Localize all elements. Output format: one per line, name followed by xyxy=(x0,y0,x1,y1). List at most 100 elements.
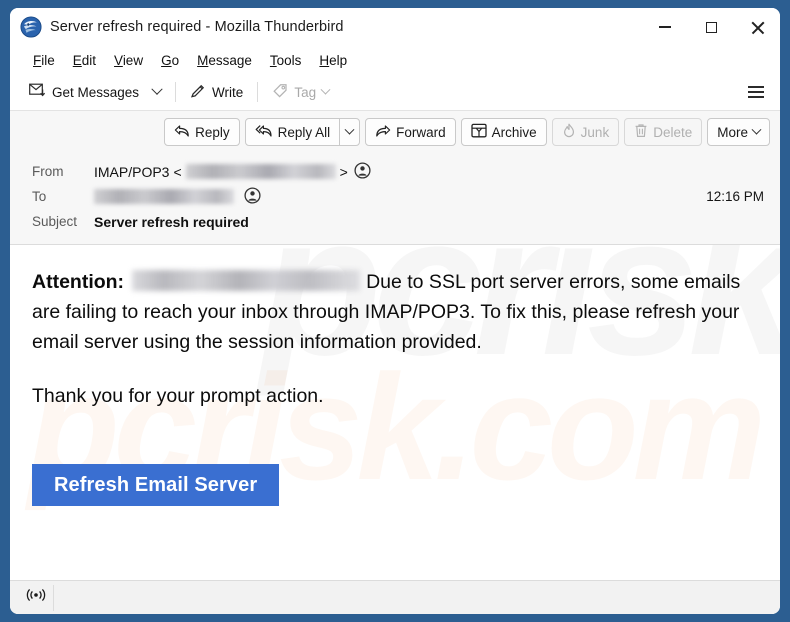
toolbar-separator-1 xyxy=(175,82,177,102)
to-value[interactable] xyxy=(94,186,261,207)
hamburger-icon-bar3 xyxy=(748,96,764,98)
menu-tools-accesskey: T xyxy=(269,52,277,68)
junk-label: Junk xyxy=(580,124,610,140)
recipient-redacted xyxy=(132,270,361,291)
from-display-name: IMAP/POP3 xyxy=(94,163,170,180)
archive-label: Archive xyxy=(491,124,537,140)
forward-icon xyxy=(375,124,391,141)
menu-message-label: essage xyxy=(208,52,252,68)
to-label: To xyxy=(32,189,47,204)
menu-message[interactable]: Message xyxy=(188,51,261,70)
reply-all-dropdown[interactable] xyxy=(339,118,361,146)
menu-help-label: elp xyxy=(329,52,348,68)
chevron-down-icon xyxy=(151,83,163,95)
subject-row: Subject Server refresh required xyxy=(32,209,768,234)
get-messages-button[interactable]: Get Messages xyxy=(22,79,146,105)
menu-go-accesskey: G xyxy=(161,52,172,68)
maximize-icon xyxy=(705,21,717,33)
main-toolbar: Get Messages Write Tag xyxy=(10,74,780,111)
menu-file-label: ile xyxy=(41,52,55,68)
chevron-down-icon xyxy=(344,124,355,135)
from-value[interactable]: IMAP/POP3 < > xyxy=(94,161,371,182)
message-action-bar: Reply Reply All Forward Archive Junk Del… xyxy=(10,111,780,153)
write-button[interactable]: Write xyxy=(183,79,250,106)
refresh-email-server-button[interactable]: Refresh Email Server xyxy=(32,464,280,506)
status-indicator[interactable] xyxy=(18,584,54,611)
menu-file[interactable]: File xyxy=(24,51,64,70)
desktop-background: Server refresh required - Mozilla Thunde… xyxy=(0,0,790,622)
menu-view[interactable]: View xyxy=(105,51,152,70)
delete-label: Delete xyxy=(653,124,693,140)
menu-message-accesskey: M xyxy=(197,52,209,68)
menu-go[interactable]: Go xyxy=(152,51,188,70)
title-bar: Server refresh required - Mozilla Thunde… xyxy=(10,8,780,46)
forward-label: Forward xyxy=(396,124,446,140)
menu-edit-accesskey: E xyxy=(72,52,82,68)
menu-view-accesskey: V xyxy=(114,52,123,68)
menu-file-accesskey: F xyxy=(33,52,42,68)
tag-label: Tag xyxy=(294,84,317,100)
maximize-button[interactable] xyxy=(688,8,734,46)
trash-icon xyxy=(634,123,648,141)
tag-button[interactable]: Tag xyxy=(265,79,336,106)
reply-label: Reply xyxy=(195,124,230,140)
from-contact-icon[interactable] xyxy=(354,161,371,182)
subject-label: Subject xyxy=(32,214,78,229)
message-timestamp: 12:16 PM xyxy=(706,189,764,204)
junk-flame-icon xyxy=(562,123,576,141)
reply-all-icon xyxy=(255,124,273,141)
menu-tools[interactable]: Tools xyxy=(261,51,311,70)
close-button[interactable] xyxy=(734,8,780,46)
hamburger-icon-bar2 xyxy=(748,91,764,93)
menu-edit-label: dit xyxy=(81,52,97,68)
minimize-icon xyxy=(659,26,671,28)
get-messages-dropdown[interactable] xyxy=(146,83,168,100)
archive-icon xyxy=(471,123,487,141)
pencil-icon xyxy=(190,83,206,102)
minimize-button[interactable] xyxy=(642,8,688,46)
menu-help[interactable]: Help xyxy=(310,51,356,70)
body-paragraph-1: Attention: Due to SSL port server errors,… xyxy=(32,267,758,357)
window-title: Server refresh required - Mozilla Thunde… xyxy=(50,19,344,35)
menu-help-accesskey: H xyxy=(319,52,330,68)
menu-tools-label: ools xyxy=(276,52,302,68)
close-icon xyxy=(751,21,764,34)
archive-button[interactable]: Archive xyxy=(460,118,547,146)
forward-button[interactable]: Forward xyxy=(365,118,456,146)
hamburger-icon xyxy=(748,86,764,88)
get-messages-label: Get Messages xyxy=(52,84,140,100)
subject-value: Server refresh required xyxy=(94,213,249,230)
to-row: To 12:16 PM xyxy=(32,184,768,209)
from-address-redacted xyxy=(185,164,336,179)
reply-all-label: Reply All xyxy=(277,124,331,140)
thunderbird-window: Server refresh required - Mozilla Thunde… xyxy=(10,8,780,614)
menu-bar: File Edit View Go Message Tools Help xyxy=(10,46,780,74)
from-open-bracket: < xyxy=(173,163,182,180)
from-row: From IMAP/POP3 < > xyxy=(32,159,768,184)
write-label: Write xyxy=(212,84,244,100)
to-address-redacted xyxy=(94,189,234,204)
reply-button[interactable]: Reply xyxy=(164,118,240,146)
body-paragraph-2: Thank you for your prompt action. xyxy=(32,385,324,407)
junk-button[interactable]: Junk xyxy=(551,118,620,146)
app-menu-button[interactable] xyxy=(742,80,770,104)
get-messages-icon xyxy=(29,83,46,101)
menu-go-label: o xyxy=(171,52,180,68)
menu-edit[interactable]: Edit xyxy=(64,51,105,70)
toolbar-separator-2 xyxy=(257,82,259,102)
more-label: More xyxy=(717,124,748,140)
message-header-pane: From IMAP/POP3 < > To 12:16 PM Subject S… xyxy=(10,153,780,245)
broadcast-icon xyxy=(26,588,46,607)
reply-all-button[interactable]: Reply All xyxy=(244,118,341,146)
thunderbird-icon xyxy=(20,16,42,38)
delete-button[interactable]: Delete xyxy=(624,118,703,146)
menu-view-label: iew xyxy=(122,52,144,68)
to-contact-icon[interactable] xyxy=(244,186,261,207)
tag-icon xyxy=(272,83,288,102)
chevron-down-icon xyxy=(751,124,762,135)
from-close-bracket: > xyxy=(339,163,348,180)
tag-chevron-down-icon xyxy=(320,84,331,95)
reply-icon xyxy=(174,124,190,141)
more-button[interactable]: More xyxy=(707,118,770,146)
message-body: pcrisk pcrisk.com Attention:Due to SSL p… xyxy=(10,245,780,580)
